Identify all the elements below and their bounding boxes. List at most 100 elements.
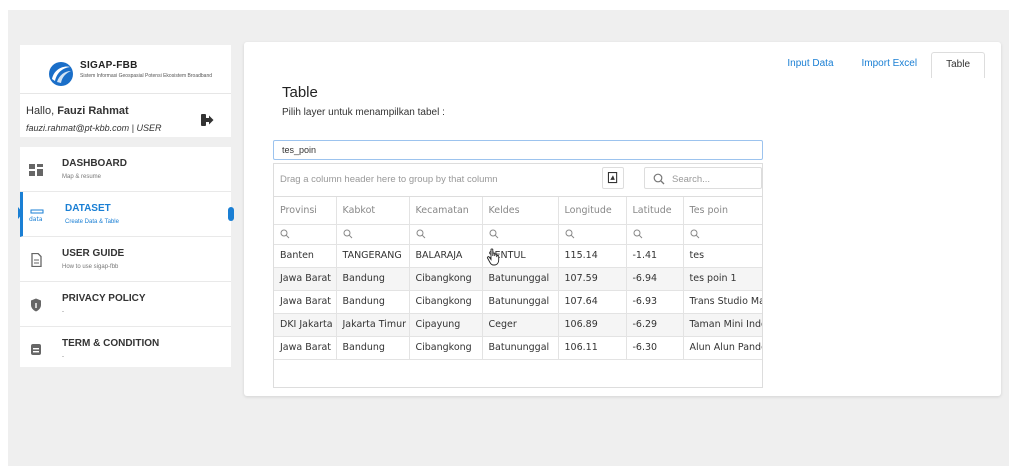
column-header[interactable]: Kecamatan xyxy=(409,197,483,225)
column-header[interactable]: Provinsi xyxy=(274,197,337,225)
filter-cell[interactable] xyxy=(336,224,410,245)
search-icon xyxy=(343,229,352,239)
tab-bar: Input Data Import Excel Table xyxy=(773,52,985,78)
app-subtitle: Sistem Informasi Geospasial Potensi Ekos… xyxy=(80,73,213,79)
table-row[interactable]: Jawa Barat Bandung Cibangkong Batunungga… xyxy=(274,267,762,291)
table-cell: Jawa Barat xyxy=(274,290,337,314)
table-cell: 107.64 xyxy=(558,290,627,314)
table-cell: Alun Alun Pandeglang xyxy=(683,336,762,360)
shield-icon xyxy=(31,298,41,312)
table-row[interactable]: DKI Jakarta Jakarta Timur Cipayung Ceger… xyxy=(274,313,762,337)
table-cell: -1.41 xyxy=(626,244,684,268)
sidebar-item-label: DATASET xyxy=(65,203,111,214)
layer-select[interactable]: tes_poin xyxy=(273,140,763,160)
filter-cell[interactable] xyxy=(409,224,483,245)
sidebar-item-label: TERM & CONDITION xyxy=(62,338,160,349)
table-cell: Jakarta Timur xyxy=(336,313,410,337)
logout-icon[interactable] xyxy=(200,113,214,127)
table-cell: BALARAJA xyxy=(409,244,483,268)
search-icon xyxy=(633,229,642,239)
data-table: Provinsi Kabkot Kecamatan Keldes Longitu… xyxy=(274,197,762,360)
page-subtitle: Pilih layer untuk menampilkan tabel : xyxy=(282,107,445,118)
sidebar-item-dataset[interactable]: data DATASET Create Data & Table xyxy=(18,192,234,237)
sidebar-item-dashboard[interactable]: DASHBOARD Map & resume xyxy=(20,147,231,192)
column-header[interactable]: Tes poin xyxy=(683,197,762,225)
search-input[interactable]: Search... xyxy=(644,167,762,189)
sidebar-item-desc: - xyxy=(62,309,64,315)
sidebar-item-term-condition[interactable]: TERM & CONDITION - xyxy=(20,327,231,372)
table-cell: Jawa Barat xyxy=(274,336,337,360)
search-icon xyxy=(280,229,290,239)
dashboard-icon xyxy=(29,164,43,176)
table-cell: 106.11 xyxy=(558,336,627,360)
filter-cell[interactable] xyxy=(558,224,627,245)
app-logo-icon xyxy=(49,62,73,86)
tab-table[interactable]: Table xyxy=(931,52,985,78)
table-cell: tes poin 1 xyxy=(683,267,762,291)
column-header[interactable]: Latitude xyxy=(626,197,684,225)
table-cell: Jawa Barat xyxy=(274,267,337,291)
tab-input-data[interactable]: Input Data xyxy=(773,52,847,78)
search-placeholder: Search... xyxy=(672,174,711,185)
sidebar-item-desc: - xyxy=(62,354,64,360)
filter-cell[interactable] xyxy=(482,224,559,245)
main-panel: Input Data Import Excel Table Table Pili… xyxy=(244,42,1001,396)
table-cell: -6.93 xyxy=(626,290,684,314)
sidebar-item-label: PRIVACY POLICY xyxy=(62,293,146,304)
table-cell: Cibangkong xyxy=(409,267,483,291)
sidebar-item-label: DASHBOARD xyxy=(62,158,127,169)
data-icon: data xyxy=(29,209,44,222)
app-title: SIGAP-FBB xyxy=(80,60,138,71)
app-background: SIGAP-FBB Sistem Informasi Geospasial Po… xyxy=(8,10,1009,466)
data-grid: Drag a column header here to group by th… xyxy=(273,163,763,388)
table-cell: Banten xyxy=(274,244,337,268)
column-header[interactable]: Longitude xyxy=(558,197,627,225)
table-cell: tes xyxy=(683,244,762,268)
sidebar-item-privacy-policy[interactable]: PRIVACY POLICY - xyxy=(20,282,231,327)
message-icon xyxy=(31,344,41,355)
collapse-handle[interactable] xyxy=(228,207,234,221)
filter-row xyxy=(274,224,762,245)
filter-cell[interactable] xyxy=(683,224,762,245)
table-cell: Batununggal xyxy=(482,336,559,360)
column-header[interactable]: Kabkot xyxy=(336,197,410,225)
table-cell: Taman Mini Indonesia Indah xyxy=(683,313,762,337)
search-icon xyxy=(565,229,574,239)
header-row: Provinsi Kabkot Kecamatan Keldes Longitu… xyxy=(274,197,762,225)
sidebar-item-desc: Map & resume xyxy=(62,174,102,180)
table-row[interactable]: Jawa Barat Bandung Cibangkong Batunungga… xyxy=(274,290,762,314)
filter-cell[interactable] xyxy=(626,224,684,245)
table-row[interactable]: Banten TANGERANG BALARAJA SENTUL 115.14 … xyxy=(274,244,762,268)
column-header[interactable]: Keldes xyxy=(482,197,559,225)
table-row[interactable]: Jawa Barat Bandung Cibangkong Batunungga… xyxy=(274,336,762,360)
table-cell: Bandung xyxy=(336,267,410,291)
table-cell: Ceger xyxy=(482,313,559,337)
search-icon xyxy=(653,173,665,185)
document-icon xyxy=(31,253,42,267)
group-panel[interactable]: Drag a column header here to group by th… xyxy=(274,164,762,197)
table-cell: DKI Jakarta xyxy=(274,313,337,337)
table-cell: -6.30 xyxy=(626,336,684,360)
table-cell: TANGERANG xyxy=(336,244,410,268)
sidebar-item-desc: How to use sigap-fbb xyxy=(62,264,119,270)
table-cell: Cipayung xyxy=(409,313,483,337)
search-icon xyxy=(690,229,699,239)
tab-import-excel[interactable]: Import Excel xyxy=(848,52,932,78)
user-email: fauzi.rahmat@pt-kbb.com | USER xyxy=(26,123,162,133)
table-cell: Cibangkong xyxy=(409,290,483,314)
hand-cursor-icon xyxy=(486,248,500,266)
table-cell: Trans Studio Mall xyxy=(683,290,762,314)
export-button[interactable] xyxy=(602,167,624,189)
sidebar-item-desc: Create Data & Table xyxy=(65,219,119,225)
filter-cell[interactable] xyxy=(274,224,337,245)
greeting: Hallo, Fauzi Rahmat xyxy=(26,105,129,117)
user-card: SIGAP-FBB Sistem Informasi Geospasial Po… xyxy=(20,45,231,137)
sidebar-item-user-guide[interactable]: USER GUIDE How to use sigap-fbb xyxy=(20,237,231,282)
table-cell: Batununggal xyxy=(482,290,559,314)
sidebar-menu: DASHBOARD Map & resume data DATASET Crea… xyxy=(18,147,234,367)
table-cell: Bandung xyxy=(336,290,410,314)
group-panel-hint: Drag a column header here to group by th… xyxy=(280,174,498,185)
table-cell: Batununggal xyxy=(482,267,559,291)
greeting-text: Hallo, xyxy=(26,105,58,117)
sidebar-item-label: USER GUIDE xyxy=(62,248,125,259)
